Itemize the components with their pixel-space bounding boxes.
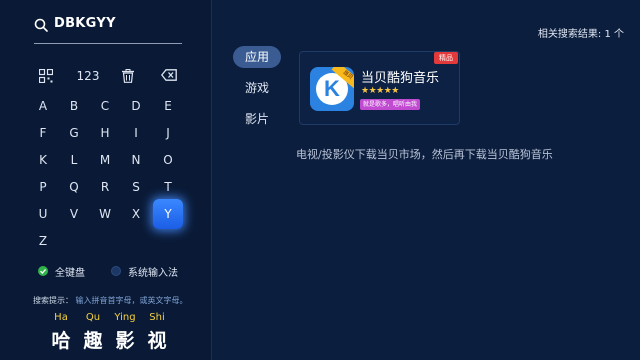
key-t[interactable]: T [155, 176, 181, 198]
key-h[interactable]: H [92, 122, 118, 144]
qr-grid-key[interactable] [33, 65, 59, 87]
suggestion-item[interactable]: Ha 哈 [44, 312, 78, 353]
key-g[interactable]: G [61, 122, 87, 144]
system-ime-label: 系统输入法 [128, 268, 178, 279]
suggestion-pinyin: Ha [54, 312, 68, 323]
hint-text: 输入拼音首字母，或英文字母。 [75, 296, 188, 305]
key-m[interactable]: M [92, 149, 118, 171]
key-z[interactable]: Z [30, 230, 56, 252]
key-q[interactable]: Q [61, 176, 87, 198]
suggestion-hanzi: 影 [115, 330, 135, 352]
tab-games[interactable]: 游戏 [233, 77, 281, 99]
selected-check-icon [38, 266, 48, 276]
full-keyboard-option[interactable]: 全键盘 [38, 264, 110, 279]
result-count: 相关搜索结果: 1 个 [537, 29, 624, 40]
key-r[interactable]: R [92, 176, 118, 198]
suggestion-pinyin: Shi [149, 312, 165, 323]
app-name: 当贝酷狗音乐 [361, 71, 440, 86]
app-slogan-tag: 就是歌多，唱听由我 [360, 99, 421, 110]
search-query: DBKGYY [54, 16, 116, 31]
key-s[interactable]: S [123, 176, 149, 198]
full-keyboard-label: 全键盘 [55, 268, 85, 279]
backspace-icon [161, 69, 177, 81]
key-o[interactable]: O [155, 149, 181, 171]
suggestion-hanzi: 视 [147, 330, 167, 352]
suggestion-hanzi: 哈 [51, 330, 71, 352]
key-l[interactable]: L [61, 149, 87, 171]
premium-badge: 精品 [434, 52, 458, 64]
trash-icon [122, 69, 134, 83]
search-underline [34, 43, 182, 44]
suggestion-pinyin: Ying [114, 312, 136, 323]
key-i[interactable]: I [123, 122, 149, 144]
key-y-selected[interactable]: Y [153, 199, 183, 229]
delete-key[interactable] [115, 65, 141, 87]
number-mode-key[interactable]: 123 [74, 65, 102, 87]
suggestion-pinyin: Qu [85, 312, 101, 323]
key-b[interactable]: B [61, 95, 87, 117]
search-hint: 搜索提示： 输入拼音首字母，或英文字母。 [33, 295, 188, 306]
suggestion-item[interactable]: Qu 趣 [76, 312, 110, 353]
key-u[interactable]: U [30, 203, 56, 225]
key-p[interactable]: P [30, 176, 56, 198]
system-ime-option[interactable]: 系统输入法 [111, 264, 201, 279]
app-rating-stars: ★★★★★ [361, 86, 399, 96]
qr-grid-icon [39, 69, 53, 83]
key-v[interactable]: V [61, 203, 87, 225]
backspace-key[interactable] [156, 65, 182, 87]
tab-apps[interactable]: 应用 [233, 46, 281, 68]
key-a[interactable]: A [30, 95, 56, 117]
key-j[interactable]: J [155, 122, 181, 144]
search-field[interactable]: DBKGYY [34, 16, 184, 36]
key-e[interactable]: E [155, 95, 181, 117]
key-f[interactable]: F [30, 122, 56, 144]
tab-movies[interactable]: 影片 [233, 108, 281, 130]
key-c[interactable]: C [92, 95, 118, 117]
keyboard-panel: DBKGYY 123 A B C D E F G H I J K L M N O… [0, 0, 212, 360]
suggestion-item[interactable]: Ying 影 [108, 312, 142, 353]
suggestion-item[interactable]: Shi 视 [140, 312, 174, 353]
key-d[interactable]: D [123, 95, 149, 117]
key-n[interactable]: N [123, 149, 149, 171]
unselected-radio-icon [111, 266, 121, 276]
kugou-app-icon: K 当贝 [310, 67, 354, 111]
search-icon [34, 18, 48, 32]
key-k[interactable]: K [30, 149, 56, 171]
suggestion-hanzi: 趣 [83, 330, 103, 352]
hint-label: 搜索提示： [33, 296, 73, 305]
key-x[interactable]: X [123, 203, 149, 225]
download-tip: 电视/投影仪下载当贝市场，然后再下载当贝酷狗音乐 [296, 148, 553, 161]
key-w[interactable]: W [92, 203, 118, 225]
